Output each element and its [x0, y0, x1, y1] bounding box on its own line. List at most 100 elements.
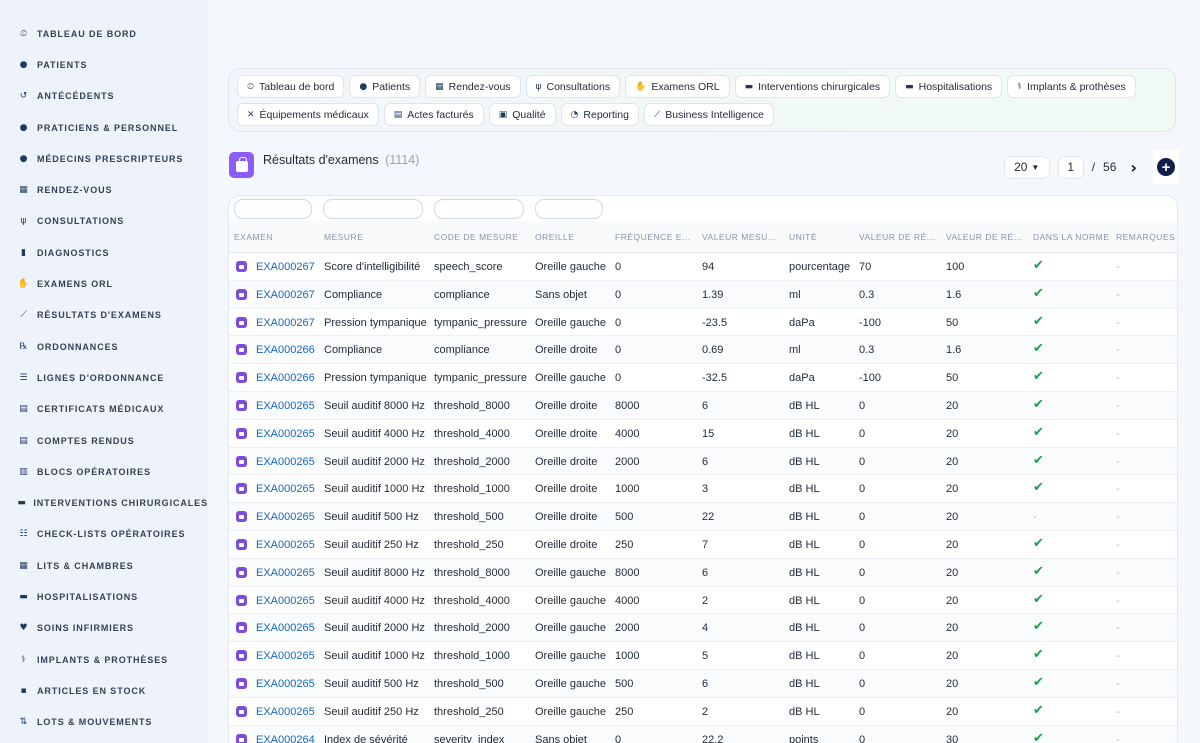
- nav-button-row1-7[interactable]: ⚕ Implants & prothèses: [1007, 75, 1136, 98]
- table-row[interactable]: EXA000265 Seuil auditif 2000 Hz threshold_…: [229, 447, 1177, 476]
- exam-link[interactable]: EXA000267: [256, 261, 318, 273]
- cell-ref_max: 20: [946, 427, 959, 440]
- sidebar-item-14[interactable]: ▥ BLOCS OPÉRATOIRES: [0, 456, 208, 487]
- sidebar-item-4[interactable]: ● MÉDECINS PRESCRIPTEURS: [0, 143, 208, 174]
- exam-link[interactable]: EXA000267: [256, 289, 318, 301]
- nav-button-row2-0[interactable]: ✕ Équipements médicaux: [237, 103, 379, 126]
- filter-mesure-input[interactable]: [323, 199, 423, 219]
- sidebar-item-11[interactable]: ☰ LIGNES D'ORDONNANCE: [0, 362, 208, 393]
- nav-button-row1-2[interactable]: ▦ Rendez-vous: [425, 75, 521, 98]
- cell-ref_min: -100: [859, 372, 882, 385]
- exam-link[interactable]: EXA000266: [256, 372, 318, 384]
- sidebar-item-22[interactable]: ⇅ LOTS & MOUVEMENTS: [0, 707, 208, 738]
- filter-examen-input[interactable]: [234, 199, 312, 219]
- sidebar-item-17[interactable]: ▦ LITS & CHAMBRES: [0, 550, 208, 581]
- add-button[interactable]: +: [1157, 158, 1175, 176]
- table-row[interactable]: EXA000265 Seuil auditif 2000 Hz threshold_…: [229, 614, 1177, 643]
- column-header[interactable]: CODE DE MESURE: [434, 232, 532, 242]
- sidebar-item-7[interactable]: ▮ DIAGNOSTICS: [0, 237, 208, 268]
- sidebar-item-5[interactable]: ▦ RENDEZ-VOUS: [0, 174, 208, 205]
- sidebar-item-6[interactable]: ψ CONSULTATIONS: [0, 206, 208, 237]
- nav-button-row1-3[interactable]: ψ Consultations: [525, 75, 621, 98]
- per-page-select[interactable]: 20 ▼: [1003, 155, 1050, 179]
- sidebar-item-13[interactable]: ▤ COMPTES RENDUS: [0, 425, 208, 456]
- table-row[interactable]: EXA000265 Seuil auditif 250 Hz threshold_2…: [229, 698, 1177, 726]
- exam-link[interactable]: EXA000265: [256, 650, 318, 662]
- exam-link[interactable]: EXA000264: [256, 734, 318, 743]
- exam-link[interactable]: EXA000265: [256, 678, 318, 690]
- nav-button-row1-4[interactable]: ✋ Examens ORL: [625, 75, 730, 98]
- exam-link[interactable]: EXA000265: [256, 567, 318, 579]
- table-row[interactable]: EXA000265 Seuil auditif 1000 Hz threshold_…: [229, 475, 1177, 504]
- exam-link[interactable]: EXA000265: [256, 456, 318, 468]
- nav-button-row2-2[interactable]: ▣ Qualité: [488, 103, 556, 126]
- sidebar-item-10[interactable]: ℞ ORDONNANCES: [0, 331, 208, 362]
- sidebar-item-21[interactable]: ▪ ARTICLES EN STOCK: [0, 675, 208, 706]
- next-page-icon[interactable]: ›: [1130, 158, 1137, 177]
- nav-button-row1-1[interactable]: ● Patients: [349, 75, 421, 98]
- nav-button-row2-3[interactable]: ◔ Reporting: [560, 103, 639, 126]
- sidebar-item-1[interactable]: ● PATIENTS: [0, 49, 208, 80]
- exam-link[interactable]: EXA000265: [256, 595, 318, 607]
- sidebar-item-20[interactable]: ⚕ IMPLANTS & PROTHÈSES: [0, 644, 208, 675]
- exam-link[interactable]: EXA000265: [256, 400, 318, 412]
- exam-link[interactable]: EXA000267: [256, 317, 318, 329]
- nav-button-row1-0[interactable]: ⏲ Tableau de bord: [237, 75, 345, 98]
- table-row[interactable]: EXA000265 Seuil auditif 500 Hz threshold_5…: [229, 669, 1177, 698]
- nav-button-row1-5[interactable]: ▬ Interventions chirurgicales: [734, 75, 891, 98]
- sidebar-item-label: ORDONNANCES: [37, 341, 119, 352]
- nav-button-row2-1[interactable]: ▤ Actes facturés: [383, 103, 484, 126]
- exam-link[interactable]: EXA000265: [256, 706, 318, 718]
- nav-button-row1-6[interactable]: ▬ Hospitalisations: [895, 75, 1003, 98]
- table-row[interactable]: EXA000265 Seuil auditif 250 Hz threshold_2…: [229, 531, 1177, 559]
- current-page-input[interactable]: 1: [1057, 155, 1084, 179]
- sidebar-item-16[interactable]: ☷ CHECK-LISTS OPÉRATOIRES: [0, 519, 208, 550]
- table-row[interactable]: EXA000267 Compliance compliance Sans objet 0…: [229, 280, 1177, 309]
- exam-icon: [236, 650, 247, 662]
- filter-oreille-input[interactable]: [535, 199, 603, 219]
- nav-button-row2-4[interactable]: ⟋ Business Intelligence: [643, 103, 774, 126]
- table-row[interactable]: EXA000265 Seuil auditif 500 Hz threshold_5…: [229, 503, 1177, 531]
- sidebar-item-2[interactable]: ↺ ANTÉCÉDENTS: [0, 81, 208, 112]
- column-header[interactable]: FRÉQUENCE E...: [615, 232, 693, 242]
- exam-link[interactable]: EXA000266: [256, 344, 318, 356]
- filter-code-input[interactable]: [434, 199, 524, 219]
- sidebar-item-23[interactable]: ✕ÉQUIPEMENTS MÉDICAUX: [0, 738, 208, 743]
- column-header[interactable]: UNITÉ: [789, 232, 853, 242]
- table-row[interactable]: EXA000265 Seuil auditif 4000 Hz threshold_…: [229, 420, 1177, 448]
- table-row[interactable]: EXA000266 Pression tympanique tympanic_pre…: [229, 364, 1177, 392]
- table-row[interactable]: EXA000265 Seuil auditif 4000 Hz threshold_…: [229, 587, 1177, 615]
- sidebar-item-9[interactable]: ⟋ RÉSULTATS D'EXAMENS: [0, 300, 208, 331]
- column-header[interactable]: REMARQUES: [1116, 232, 1176, 242]
- exam-link[interactable]: EXA000265: [256, 511, 318, 523]
- sidebar-item-12[interactable]: ▤ CERTIFICATS MÉDICAUX: [0, 394, 208, 425]
- exam-link[interactable]: EXA000265: [256, 428, 318, 440]
- sidebar-item-18[interactable]: ▬ HOSPITALISATIONS: [0, 581, 208, 612]
- cell-freq: 250: [615, 705, 634, 718]
- sidebar-item-15[interactable]: ▬ INTERVENTIONS CHIRURGICALES: [0, 487, 208, 518]
- column-header[interactable]: MESURE: [324, 232, 429, 242]
- sidebar-item-0[interactable]: ⏲ TABLEAU DE BORD: [0, 18, 208, 49]
- exam-icon: [236, 261, 247, 272]
- table-row[interactable]: EXA000265 Seuil auditif 1000 Hz threshold_…: [229, 642, 1177, 670]
- table-row[interactable]: EXA000267 Pression tympanique tympanic_pre…: [229, 309, 1177, 337]
- table-row[interactable]: EXA000265 Seuil auditif 8000 Hz threshold_…: [229, 558, 1177, 587]
- exam-link[interactable]: EXA000265: [256, 539, 318, 551]
- exam-link[interactable]: EXA000265: [256, 622, 318, 634]
- sidebar-item-19[interactable]: ♥ SOINS INFIRMIERS: [0, 613, 208, 644]
- column-header[interactable]: VALEUR DE RÉ...: [859, 232, 939, 242]
- sidebar-item-8[interactable]: ✋ EXAMENS ORL: [0, 268, 208, 299]
- column-header[interactable]: VALEUR MESU...: [702, 232, 782, 242]
- table-row[interactable]: EXA000265 Seuil auditif 8000 Hz threshold_…: [229, 391, 1177, 420]
- table-row[interactable]: EXA000264 Index de sévérité severity_index…: [229, 725, 1177, 743]
- table-row[interactable]: EXA000267 Score d'intelligibilité speech_s…: [229, 253, 1177, 281]
- column-header[interactable]: DANS LA NORME: [1033, 232, 1111, 242]
- column-header[interactable]: EXAMEN: [234, 232, 314, 242]
- column-header[interactable]: OREILLE: [535, 232, 611, 242]
- cell-freq: 0: [615, 372, 622, 385]
- column-header[interactable]: VALEUR DE RÉ...: [946, 232, 1026, 242]
- cell-ref_min: 0.3: [859, 288, 875, 301]
- sidebar-item-3[interactable]: ● PRATICIENS & PERSONNEL: [0, 112, 208, 143]
- exam-link[interactable]: EXA000265: [256, 483, 318, 495]
- table-row[interactable]: EXA000266 Compliance compliance Oreille dro…: [229, 336, 1177, 365]
